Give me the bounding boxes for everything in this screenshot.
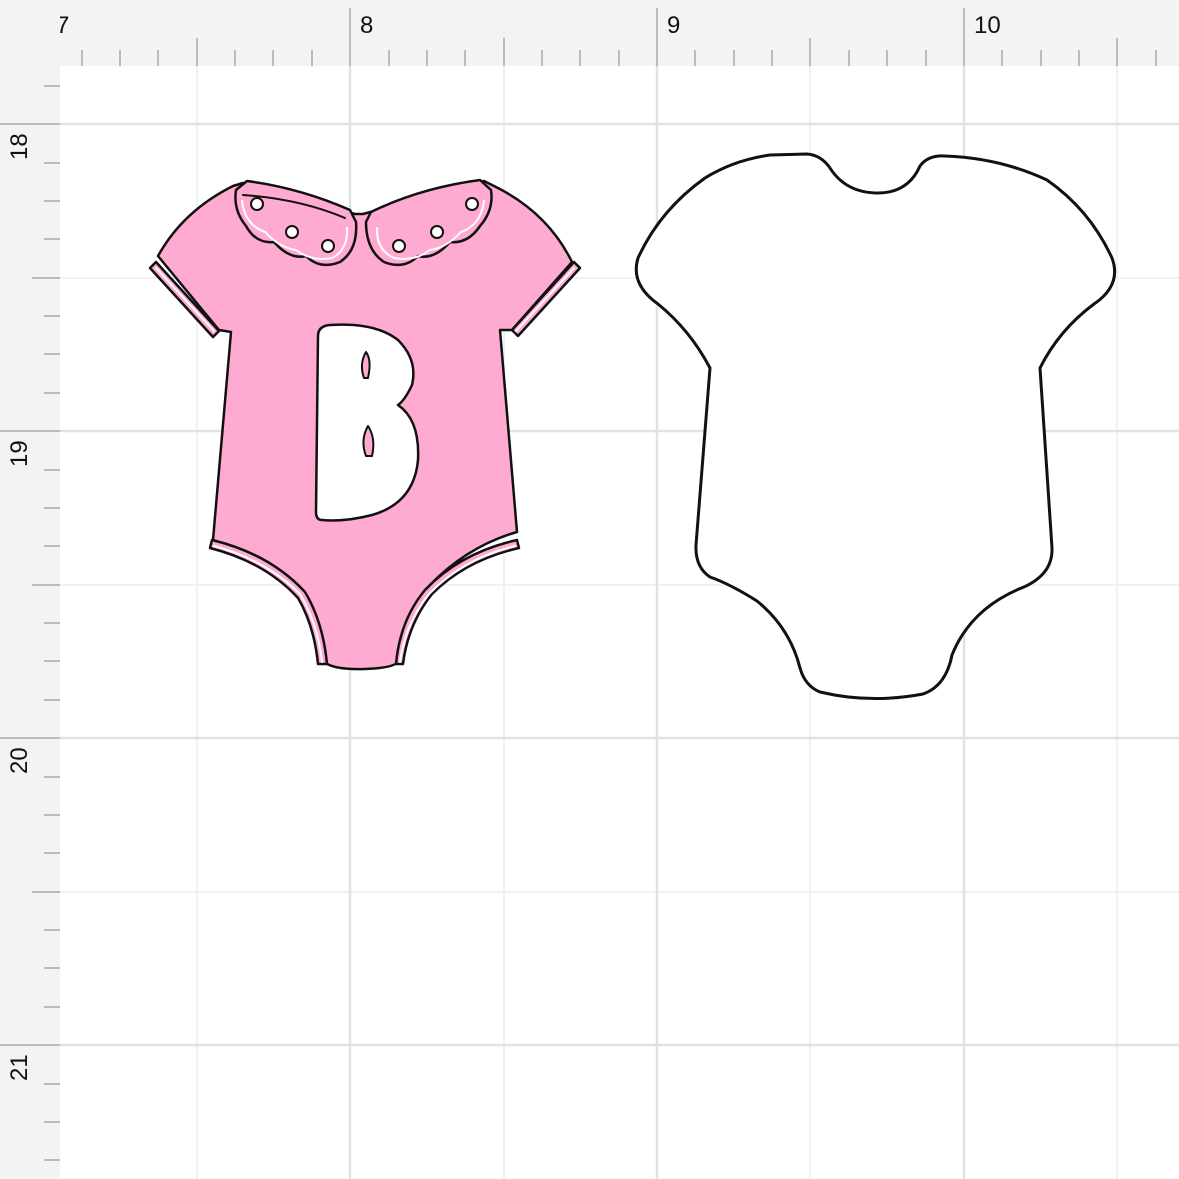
onesie-decorated[interactable] <box>148 178 582 671</box>
ruler-vertical: 18 19 20 21 <box>0 0 60 1179</box>
canvas-surface <box>60 66 1179 1179</box>
ruler-label-8: 8 <box>360 12 374 39</box>
letter-b-hole-top <box>360 351 371 379</box>
design-canvas[interactable] <box>60 66 1179 1179</box>
ruler-horizontal: 7 8 9 10 <box>0 0 1179 66</box>
ruler-label-9: 9 <box>667 12 681 39</box>
ruler-label-19: 19 <box>6 440 33 467</box>
ruler-horizontal-ticks <box>81 8 1157 66</box>
ruler-label-10: 10 <box>974 12 1001 39</box>
onesie-blank-outline <box>634 152 1117 701</box>
ruler-label-21: 21 <box>6 1054 33 1081</box>
ruler-label-20: 20 <box>6 747 33 774</box>
ruler-corner <box>0 0 60 66</box>
ruler-label-18: 18 <box>6 133 33 160</box>
onesie-blank[interactable] <box>634 152 1117 701</box>
ruler-vertical-ticks <box>0 85 60 1161</box>
